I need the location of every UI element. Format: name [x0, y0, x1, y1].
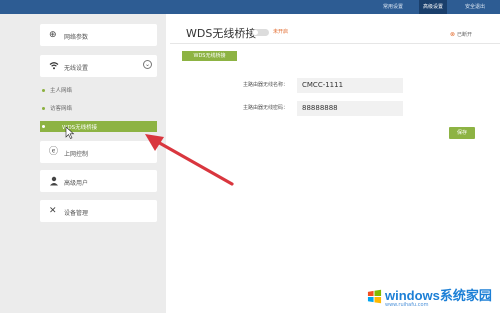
- windows-logo-icon: [367, 289, 382, 304]
- mouse-cursor-icon: [65, 126, 75, 139]
- annotation-overlay: [65, 126, 234, 186]
- watermark: windows系统家园 www.ruihafu.com: [365, 285, 500, 313]
- red-arrow-annotation: [145, 134, 234, 186]
- watermark-url: www.ruihafu.com: [385, 302, 429, 308]
